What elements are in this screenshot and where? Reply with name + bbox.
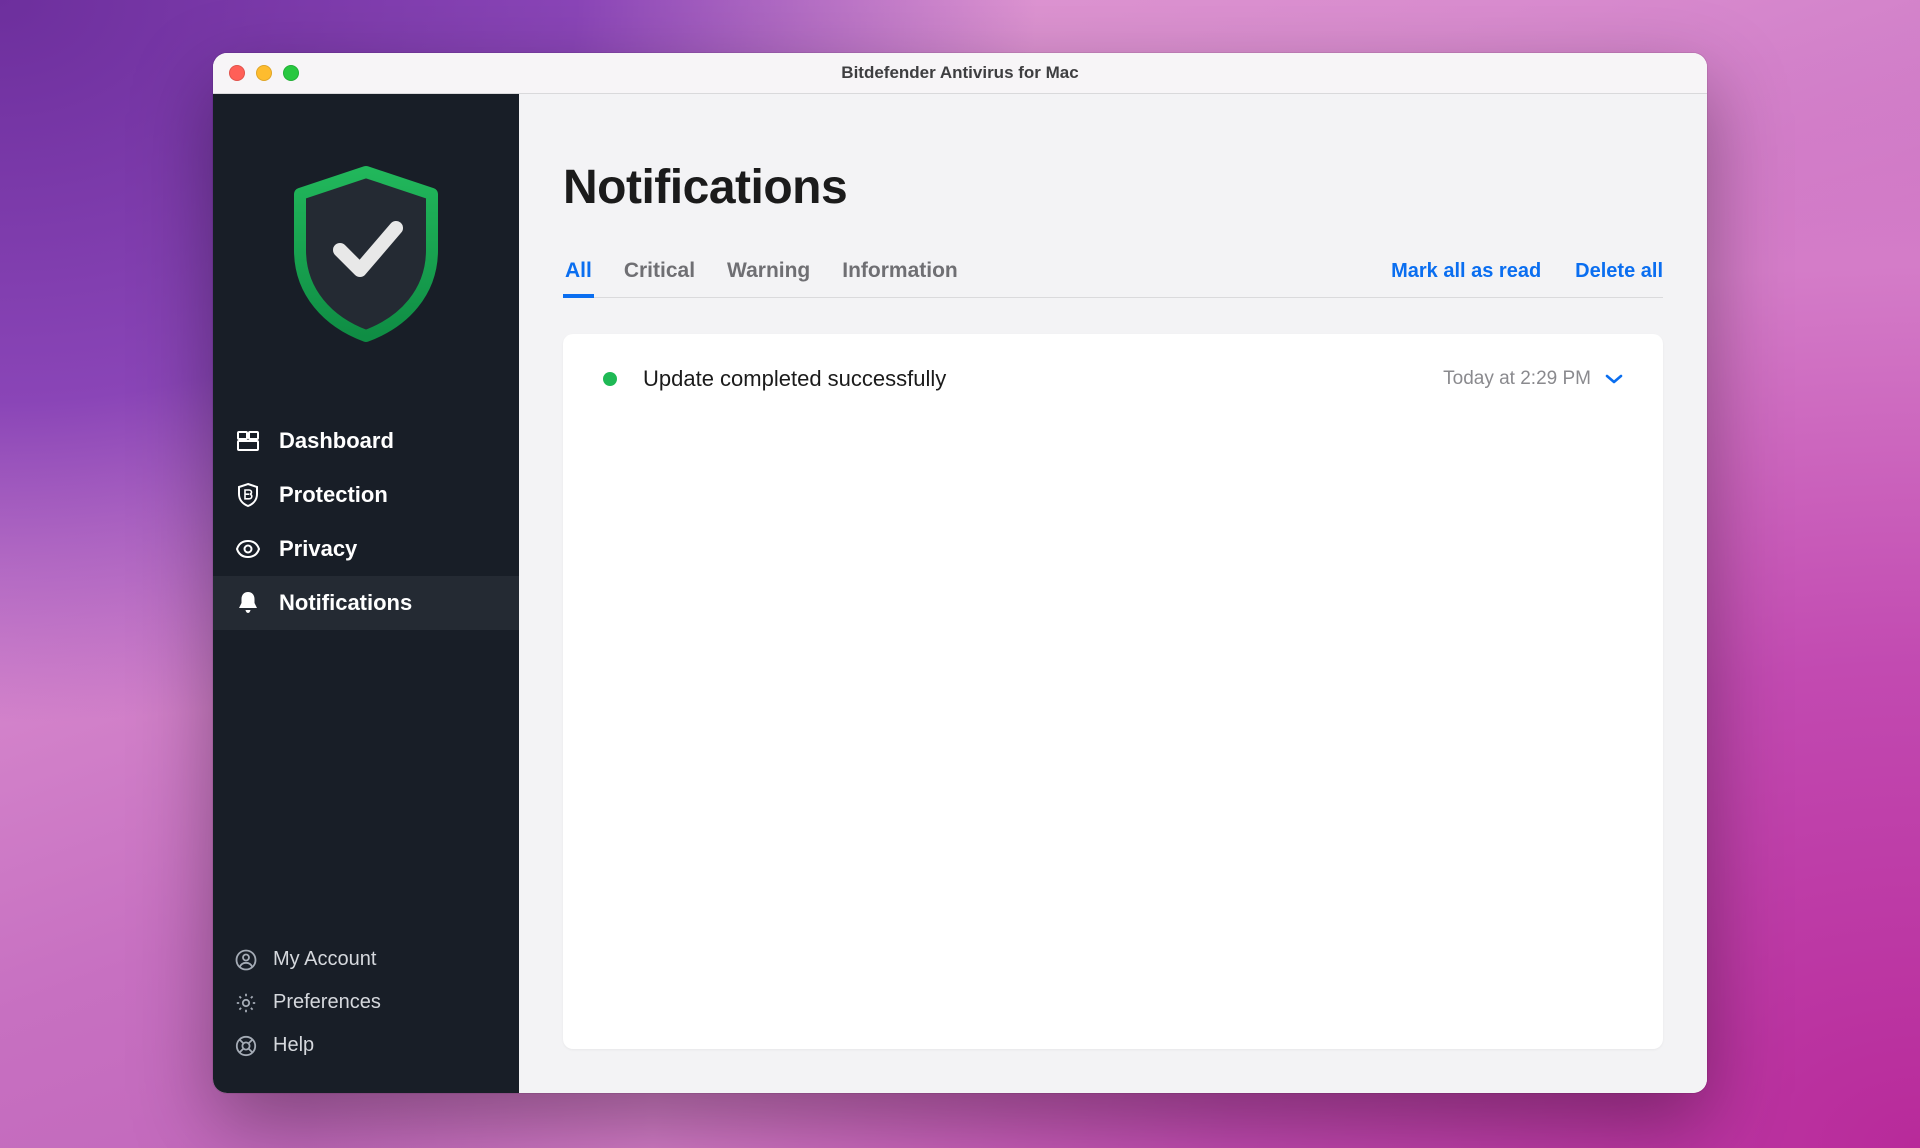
sidebar: Dashboard Protection (213, 94, 519, 1093)
notification-item[interactable]: Update completed successfully Today at 2… (563, 334, 1663, 424)
sidebar-item-dashboard[interactable]: Dashboard (213, 414, 519, 468)
filter-tab-warning[interactable]: Warning (725, 259, 812, 297)
notification-meta: Today at 2:29 PM (1443, 368, 1623, 390)
chevron-down-icon[interactable] (1605, 373, 1623, 385)
desktop-background: Bitdefender Antivirus for Mac (0, 0, 1920, 1148)
filter-actions: Mark all as read Delete all (1391, 260, 1663, 297)
sidebar-item-label: Privacy (279, 536, 357, 562)
sidebar-item-my-account[interactable]: My Account (213, 938, 519, 981)
filter-tab-label: Information (842, 259, 958, 282)
window-title: Bitdefender Antivirus for Mac (213, 63, 1707, 83)
sidebar-item-label: Preferences (273, 991, 381, 1014)
filter-tab-all[interactable]: All (563, 259, 594, 298)
sidebar-spacer (213, 630, 519, 938)
notifications-list: Update completed successfully Today at 2… (563, 334, 1663, 1049)
dashboard-icon (235, 428, 261, 454)
sidebar-item-protection[interactable]: Protection (213, 468, 519, 522)
sidebar-item-label: Dashboard (279, 428, 394, 454)
window-body: Dashboard Protection (213, 94, 1707, 1093)
lifebuoy-icon (235, 1035, 257, 1057)
filter-tab-label: Warning (727, 259, 810, 282)
shield-b-icon (235, 482, 261, 508)
sidebar-footer: My Account Preferences (213, 938, 519, 1093)
sidebar-item-preferences[interactable]: Preferences (213, 981, 519, 1024)
sidebar-item-help[interactable]: Help (213, 1024, 519, 1067)
eye-icon (235, 536, 261, 562)
page-title: Notifications (563, 160, 1663, 215)
mark-all-read-link[interactable]: Mark all as read (1391, 260, 1541, 297)
traffic-lights (213, 65, 299, 81)
window-close-button[interactable] (229, 65, 245, 81)
delete-all-link[interactable]: Delete all (1575, 260, 1663, 297)
notification-title: Update completed successfully (643, 366, 946, 392)
app-window: Bitdefender Antivirus for Mac (213, 53, 1707, 1093)
sidebar-item-label: Help (273, 1034, 314, 1057)
window-zoom-button[interactable] (283, 65, 299, 81)
sidebar-item-notifications[interactable]: Notifications (213, 576, 519, 630)
filter-row: All Critical Warning Information (563, 259, 1663, 298)
person-circle-icon (235, 949, 257, 971)
sidebar-item-privacy[interactable]: Privacy (213, 522, 519, 576)
filter-tab-information[interactable]: Information (840, 259, 960, 297)
status-dot-icon (603, 372, 617, 386)
filter-tab-label: All (565, 259, 592, 282)
window-minimize-button[interactable] (256, 65, 272, 81)
app-status-shield-icon (213, 94, 519, 414)
filter-tab-label: Critical (624, 259, 695, 282)
filter-tab-critical[interactable]: Critical (622, 259, 697, 297)
sidebar-nav: Dashboard Protection (213, 414, 519, 630)
sidebar-item-label: My Account (273, 948, 376, 971)
bell-icon (235, 590, 261, 616)
main-content: Notifications All Critical Warning (519, 94, 1707, 1093)
gear-icon (235, 992, 257, 1014)
sidebar-item-label: Protection (279, 482, 388, 508)
notification-time: Today at 2:29 PM (1443, 368, 1591, 390)
filter-tabs: All Critical Warning Information (563, 259, 960, 297)
titlebar: Bitdefender Antivirus for Mac (213, 53, 1707, 94)
sidebar-item-label: Notifications (279, 590, 412, 616)
